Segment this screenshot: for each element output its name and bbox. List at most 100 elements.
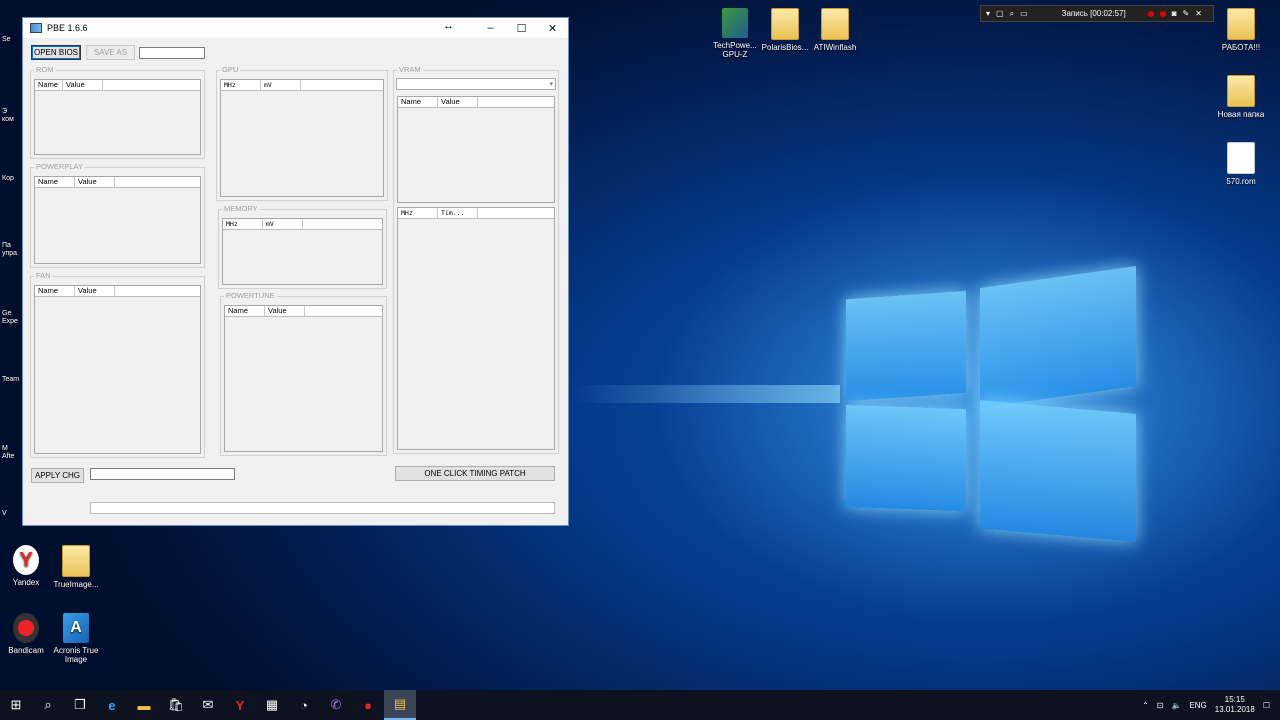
column-header[interactable]: MHz	[223, 219, 263, 229]
column-header[interactable]	[303, 219, 382, 229]
powerplay-group-label: POWERPLAY	[34, 162, 85, 172]
column-header[interactable]	[478, 208, 554, 218]
desktop-icon-clipped[interactable]: Па упра	[2, 242, 20, 258]
column-header[interactable]	[301, 80, 383, 90]
yandex-browser-icon[interactable]: Y	[224, 690, 256, 720]
desktop-icon-clipped[interactable]: Э ком	[2, 108, 20, 124]
stop-record-icon[interactable]	[1159, 10, 1166, 17]
vram-group: VRAM ▾ Name Value MHz Tim...	[393, 65, 559, 454]
column-header[interactable]: mV	[263, 219, 303, 229]
minimize-button[interactable]: –	[475, 18, 506, 38]
file-icon	[1227, 142, 1255, 174]
column-header[interactable]	[115, 177, 200, 187]
language-indicator[interactable]: ENG	[1189, 701, 1206, 710]
search-icon[interactable]: ⌕	[1010, 9, 1014, 19]
desktop-icon-rabota[interactable]: РАБОТА!!!	[1209, 8, 1273, 52]
record-icon[interactable]	[1147, 10, 1154, 17]
folder-icon	[1227, 75, 1255, 107]
gpu-group-label: GPU	[220, 65, 241, 75]
column-header[interactable]: Name	[35, 80, 63, 90]
volume-icon[interactable]: 🔈	[1171, 701, 1181, 710]
column-header[interactable]: Value	[265, 306, 305, 316]
notifications-icon[interactable]: ☐	[1263, 701, 1270, 710]
column-header[interactable]: Value	[75, 286, 115, 296]
vram-list[interactable]: Name Value	[397, 96, 555, 203]
system-tray: ⌃ ⊡ 🔈 ENG 15:15 13.01.2018 ☐	[1142, 690, 1280, 720]
viber-icon[interactable]: ✆	[320, 690, 352, 720]
vram-select[interactable]: ▾	[396, 78, 556, 90]
column-header[interactable]	[115, 286, 200, 296]
task-view-icon[interactable]: ❐	[64, 690, 96, 720]
memory-list-header: MHz mV	[223, 219, 382, 230]
camera-icon[interactable]: ◙	[1172, 9, 1177, 18]
network-icon[interactable]: ⊡	[1157, 701, 1164, 710]
store-icon[interactable]: 🛍	[160, 690, 192, 720]
desktop-icon-trueimage[interactable]: TrueImage...	[44, 545, 108, 589]
apply-changes-button[interactable]: APPLY CHG	[31, 468, 84, 483]
window-icon[interactable]: ▢	[996, 9, 1004, 18]
maximize-button[interactable]: ☐	[506, 18, 537, 38]
mail-icon[interactable]: ✉	[192, 690, 224, 720]
crop-icon[interactable]: ▭	[1020, 9, 1028, 18]
desktop-icon-atiwinflash[interactable]: ATIWinflash	[803, 8, 867, 52]
column-header[interactable]: MHz	[221, 80, 261, 90]
title-bar[interactable]: PBE 1.6.6 ↔ – ☐ ✕	[23, 18, 568, 38]
fan-list[interactable]: Name Value	[34, 285, 201, 454]
windows-logo-wallpaper	[570, 255, 1140, 555]
bios-file-field[interactable]	[139, 47, 205, 59]
column-header[interactable]: MHz	[398, 208, 438, 218]
column-header[interactable]	[103, 80, 200, 90]
desktop-icon-570rom[interactable]: 570.rom	[1209, 142, 1273, 186]
gpu-list[interactable]: MHz mV	[220, 79, 384, 197]
edge-icon[interactable]: e	[96, 690, 128, 720]
desktop-icon-clipped[interactable]: V	[2, 510, 20, 518]
desktop-icon-clipped[interactable]: M Afte	[2, 445, 20, 461]
resize-cursor-icon: ↔	[443, 20, 454, 32]
bandicam-icon	[13, 613, 39, 643]
bandicam-taskbar-icon[interactable]: ●	[352, 690, 384, 720]
save-as-button[interactable]: SAVE AS	[86, 45, 135, 60]
column-header[interactable]: Value	[63, 80, 103, 90]
desktop-icon-new-folder[interactable]: Новая папка	[1209, 75, 1273, 119]
pbe-taskbar-icon[interactable]: ▤	[384, 690, 416, 720]
close-button[interactable]: ✕	[537, 18, 568, 38]
desktop-icon-acronis[interactable]: A Acronis True Image	[44, 613, 108, 664]
column-header[interactable]: Name	[35, 177, 75, 187]
chevron-up-icon[interactable]: ⌃	[1142, 701, 1149, 710]
memory-list[interactable]: MHz mV	[222, 218, 383, 285]
close-icon[interactable]: ✕	[1195, 9, 1202, 18]
desktop-icon-clipped[interactable]: Team	[2, 376, 20, 384]
pen-icon[interactable]: ✎	[1183, 9, 1190, 18]
vram-timing-list[interactable]: MHz Tim...	[397, 207, 555, 450]
calculator-icon[interactable]: ▦	[256, 690, 288, 720]
drive-icon[interactable]: ◔	[288, 690, 320, 720]
one-click-timing-patch-button[interactable]: ONE CLICK TIMING PATCH	[395, 466, 555, 481]
rom-list[interactable]: Name Value	[34, 79, 201, 155]
open-bios-button[interactable]: OPEN BIOS	[31, 45, 81, 60]
column-header[interactable]: Name	[398, 97, 438, 107]
clock[interactable]: 15:15 13.01.2018	[1215, 695, 1255, 715]
column-header[interactable]: Name	[225, 306, 265, 316]
window-title: PBE 1.6.6	[47, 23, 88, 33]
dropdown-icon[interactable]: ▾	[986, 9, 990, 18]
taskbar: ⊞ ⌕ ❐ e ▬ 🛍 ✉ Y ▦ ◔ ✆ ● ▤ ⌃ ⊡ 🔈 ENG 15:1…	[0, 690, 1280, 720]
desktop-icon-clipped[interactable]: Se	[2, 36, 20, 44]
desktop-icon-clipped[interactable]: Кор	[2, 175, 20, 183]
column-header[interactable]	[305, 306, 382, 316]
recording-time: Запись [00:02:57]	[1061, 9, 1126, 18]
recording-toolbar[interactable]: ▾ ▢ ⌕ ▭ Запись [00:02:57] ◙ ✎ ✕	[980, 5, 1214, 22]
rom-list-header: Name Value	[35, 80, 200, 91]
column-header[interactable]: Value	[75, 177, 115, 187]
desktop-icon-clipped[interactable]: Ge Expe	[2, 310, 20, 326]
powertune-list[interactable]: Name Value	[224, 305, 383, 452]
column-header[interactable]: Tim...	[438, 208, 478, 218]
column-header[interactable]: Name	[35, 286, 75, 296]
powerplay-list[interactable]: Name Value	[34, 176, 201, 264]
search-icon[interactable]: ⌕	[32, 690, 64, 720]
column-header[interactable]	[478, 97, 554, 107]
column-header[interactable]: mV	[261, 80, 301, 90]
start-windows-icon[interactable]: ⊞	[0, 690, 32, 720]
file-explorer-icon[interactable]: ▬	[128, 690, 160, 720]
column-header[interactable]: Value	[438, 97, 478, 107]
apply-field[interactable]	[90, 468, 235, 480]
